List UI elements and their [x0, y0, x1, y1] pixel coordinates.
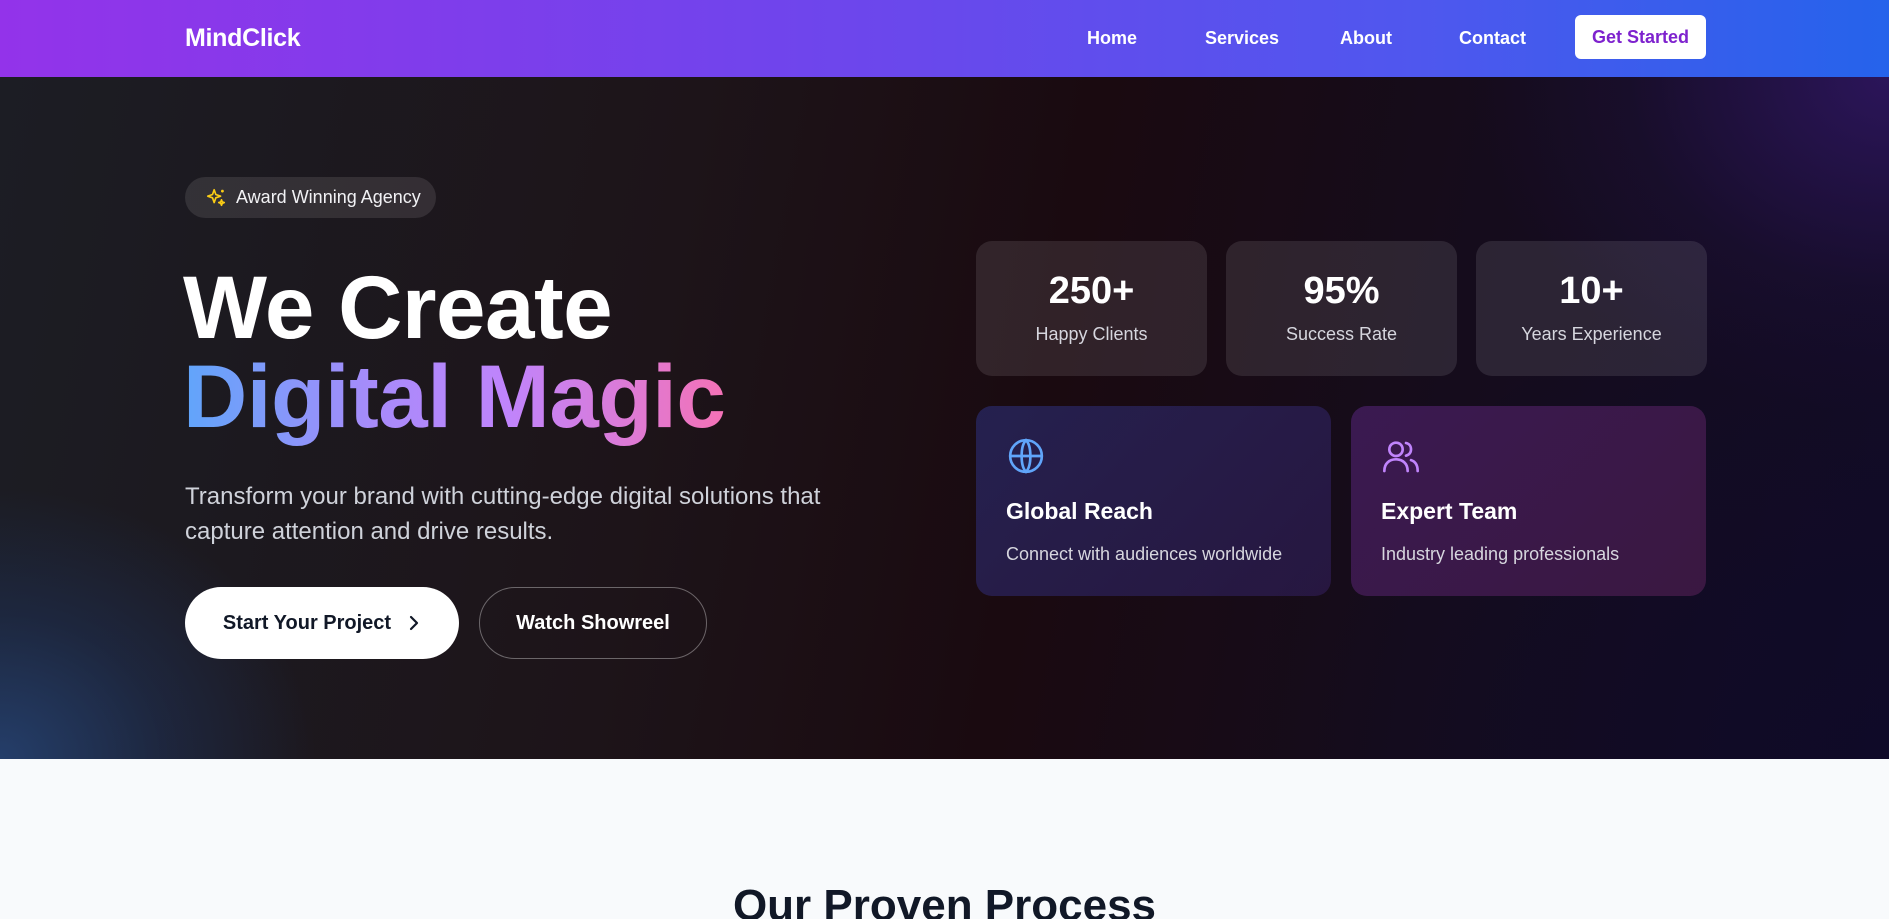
nav-link-about[interactable]: About — [1340, 28, 1392, 49]
stat-value: 10+ — [1559, 270, 1624, 312]
stat-card: 95% Success Rate — [1226, 241, 1457, 376]
stat-card: 10+ Years Experience — [1476, 241, 1707, 376]
stat-label: Happy Clients — [1035, 324, 1148, 344]
start-project-button[interactable]: Start Your Project — [185, 587, 459, 659]
nav-link-home[interactable]: Home — [1087, 28, 1137, 49]
feature-desc: Industry leading professionals — [1381, 544, 1620, 564]
badge-label: Award Winning Agency — [236, 187, 421, 207]
feature-title: Expert Team — [1381, 498, 1518, 524]
logo[interactable]: MindClick — [185, 24, 301, 53]
users-icon — [1383, 441, 1419, 473]
stat-label: Success Rate — [1285, 324, 1398, 344]
process-title: Our Proven Process — [732, 881, 1157, 919]
nav-link-services[interactable]: Services — [1205, 28, 1279, 49]
hero-section: Award Winning Agency We Create Digital M… — [0, 77, 1889, 759]
hero-title-line2: Digital Magic — [183, 346, 726, 446]
feature-card-expert-team: Expert Team Industry leading professiona… — [1351, 406, 1706, 596]
get-started-button[interactable]: Get Started — [1575, 15, 1706, 59]
process-section: Our Proven Process — [0, 759, 1889, 919]
globe-icon — [1008, 438, 1044, 474]
navbar: MindClick Home Services About Contact Ge… — [0, 0, 1889, 77]
stat-value: 250+ — [1048, 270, 1135, 312]
feature-desc: Connect with audiences worldwide — [1006, 544, 1283, 564]
hero-title-line1: We Create — [183, 257, 613, 357]
nav-link-contact[interactable]: Contact — [1459, 28, 1526, 49]
chevron-right-icon — [409, 615, 419, 631]
feature-card-global-reach: Global Reach Connect with audiences worl… — [976, 406, 1331, 596]
sparkles-icon — [206, 188, 226, 206]
stat-card: 250+ Happy Clients — [976, 241, 1207, 376]
stat-value: 95% — [1303, 270, 1380, 312]
stat-label: Years Experience — [1521, 324, 1662, 344]
feature-title: Global Reach — [1006, 498, 1153, 524]
watch-showreel-button[interactable]: Watch Showreel — [479, 587, 707, 659]
hero-subtitle: Transform your brand with cutting-edge d… — [185, 483, 821, 545]
start-project-label: Start Your Project — [222, 611, 392, 634]
award-badge: Award Winning Agency — [185, 177, 436, 218]
